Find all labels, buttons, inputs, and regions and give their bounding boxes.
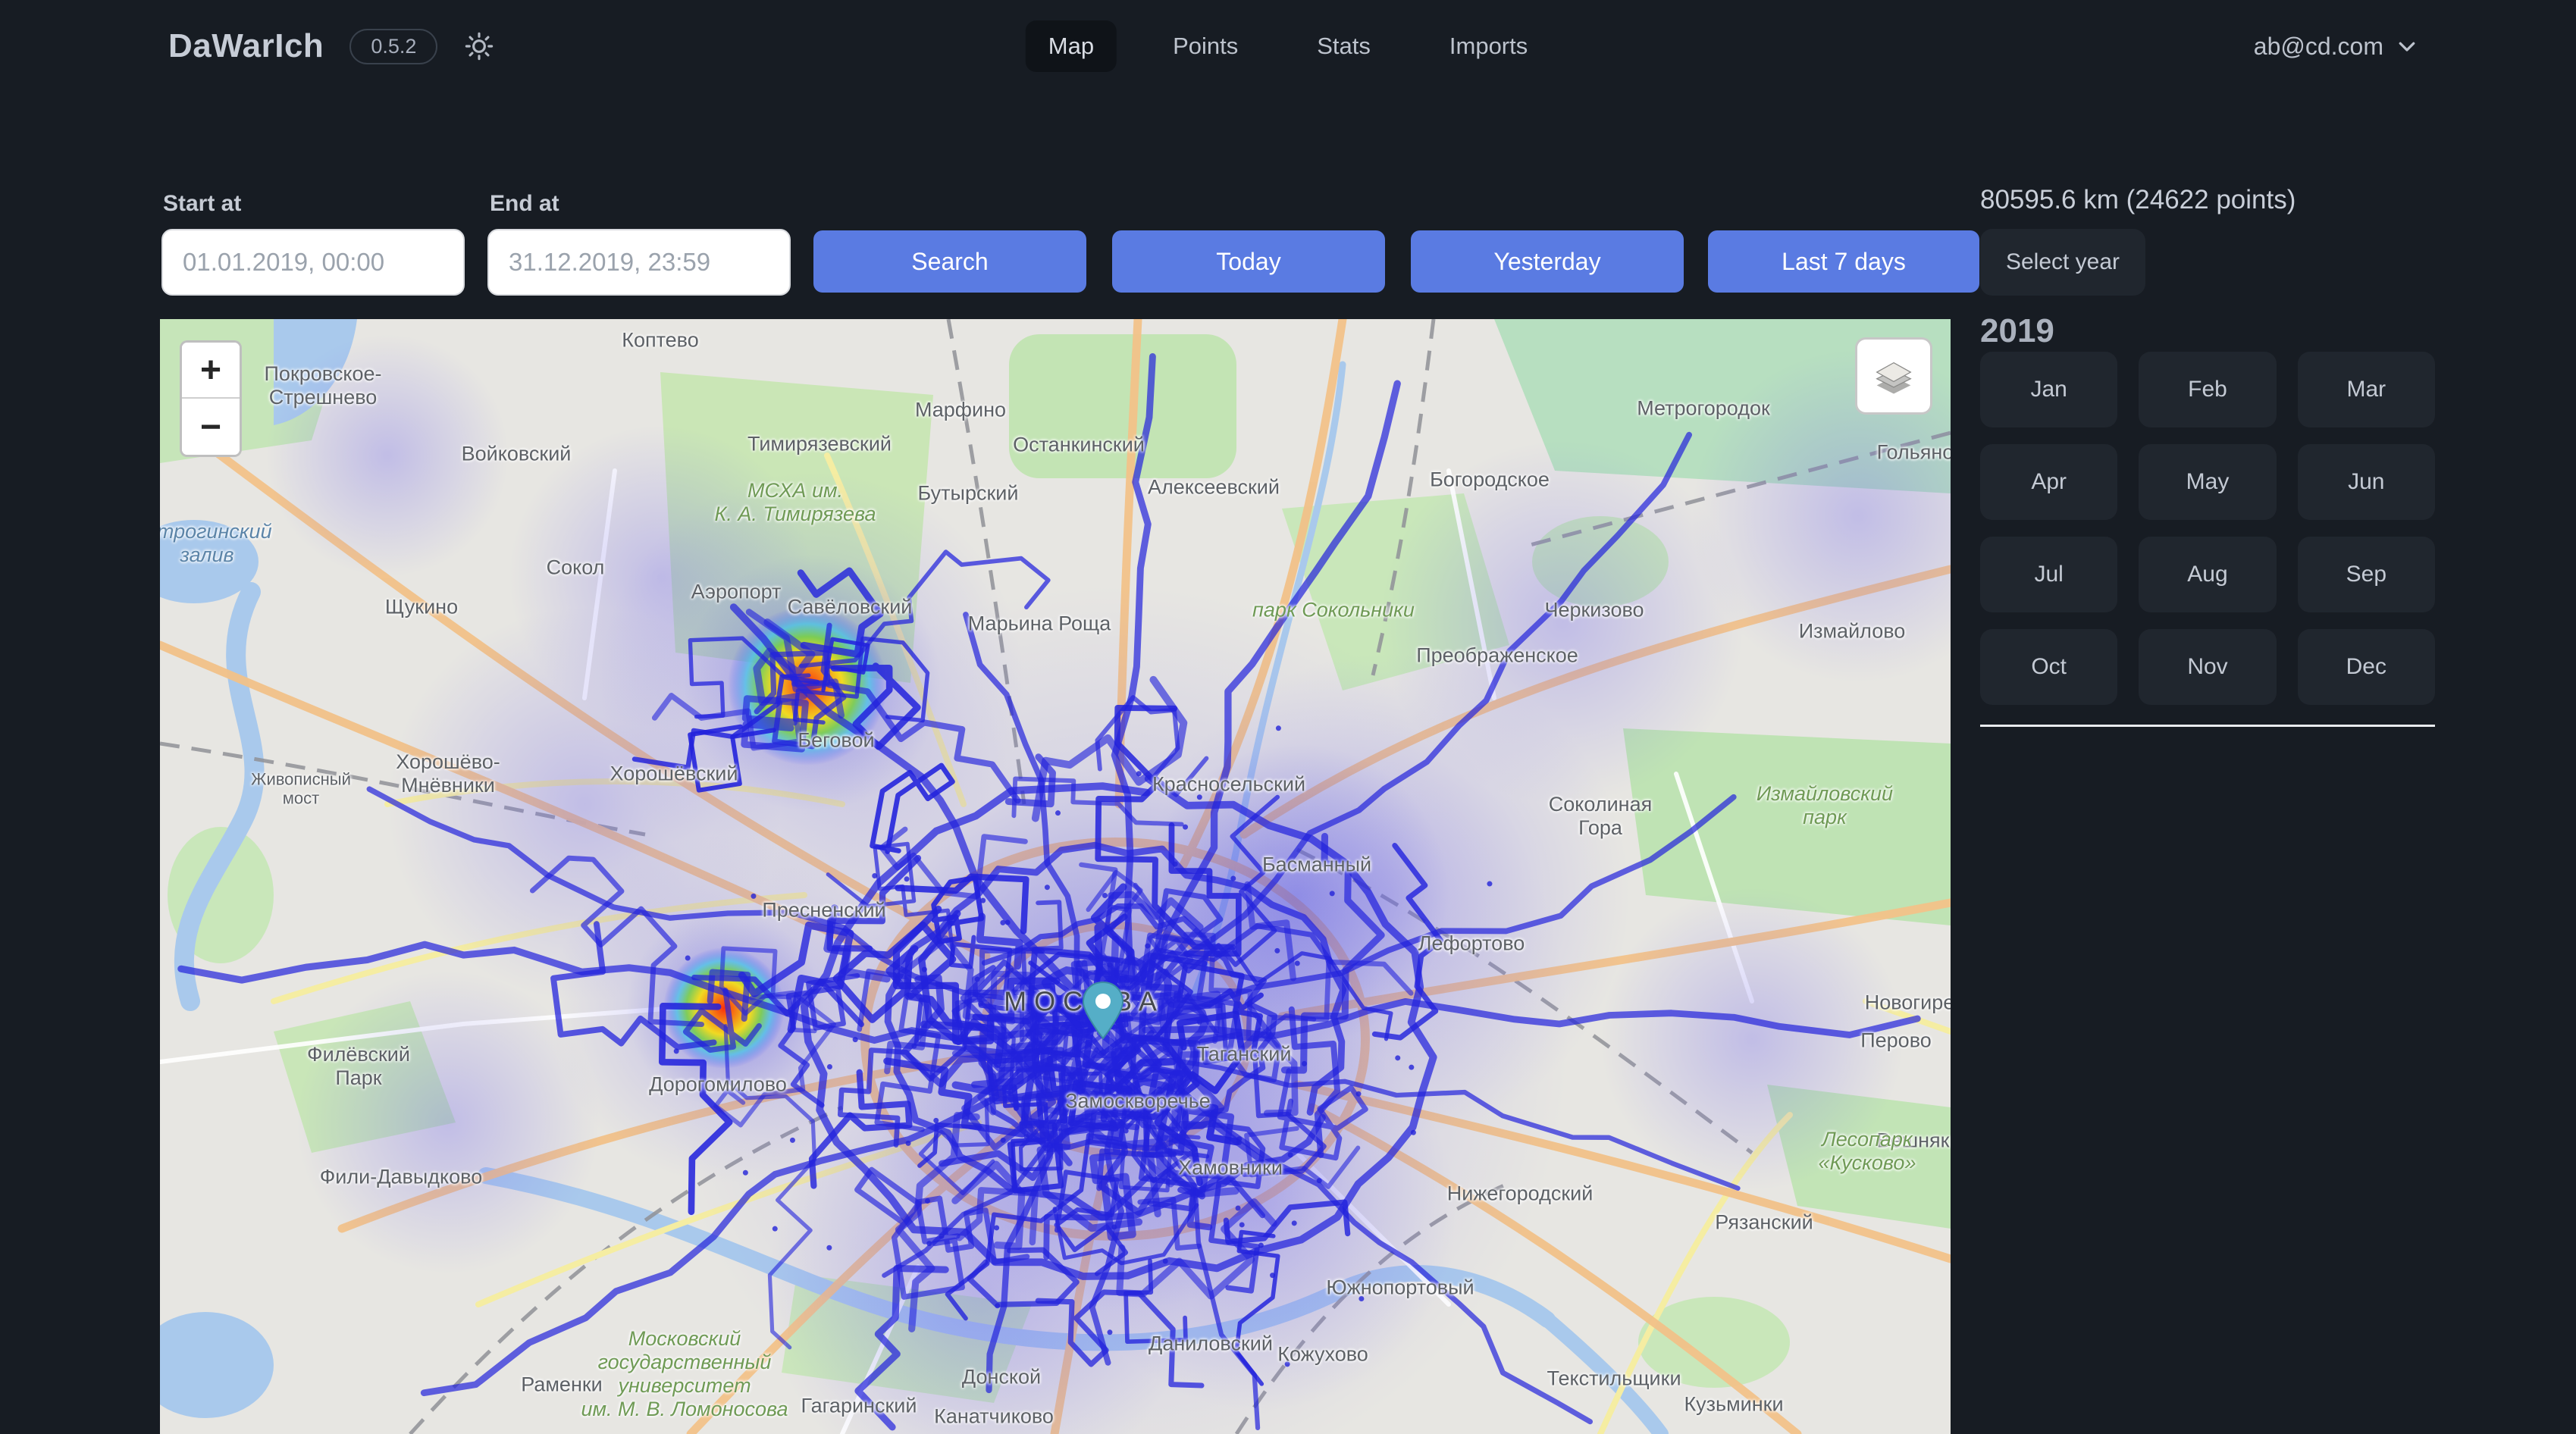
version-badge: 0.5.2 xyxy=(349,29,437,64)
account-email: ab@cd.com xyxy=(2254,33,2383,61)
zoom-control: + − xyxy=(180,340,242,457)
yesterday-button[interactable]: Yesterday xyxy=(1411,230,1684,293)
distance-stats: 80595.6 km (24622 points) xyxy=(1980,185,2296,215)
zoom-in-button[interactable]: + xyxy=(182,343,240,399)
navbar: DaWarIch 0.5.2 Map Points Stats Imports ab@… xyxy=(0,0,2576,92)
month-button-oct[interactable]: Oct xyxy=(1980,629,2117,705)
last-7-days-button[interactable]: Last 7 days xyxy=(1708,230,1979,293)
marker-pin[interactable] xyxy=(1082,981,1124,1040)
sidebar-divider xyxy=(1980,725,2435,727)
theme-toggle-sun-icon[interactable] xyxy=(463,30,495,62)
tab-imports[interactable]: Imports xyxy=(1427,20,1550,72)
chevron-down-icon xyxy=(2396,35,2418,58)
month-button-sep[interactable]: Sep xyxy=(2298,537,2435,612)
today-button[interactable]: Today xyxy=(1112,230,1385,293)
map-canvas[interactable]: Покровское- СтрешневоКоптевоТимирязевски… xyxy=(160,319,1951,1434)
month-button-dec[interactable]: Dec xyxy=(2298,629,2435,705)
end-at-input[interactable] xyxy=(487,229,791,296)
map-tiles xyxy=(160,319,1951,1434)
layers-control[interactable] xyxy=(1855,337,1932,415)
layers-icon xyxy=(1870,352,1917,399)
month-grid: Jan Feb Mar Apr May Jun Jul Aug Sep Oct Nov Dec xyxy=(1980,352,2435,705)
start-at-input[interactable] xyxy=(161,229,465,296)
tab-stats[interactable]: Stats xyxy=(1294,20,1393,72)
year-heading: 2019 xyxy=(1980,312,2054,350)
tab-map[interactable]: Map xyxy=(1026,20,1117,72)
tab-points[interactable]: Points xyxy=(1150,20,1261,72)
month-button-jul[interactable]: Jul xyxy=(1980,537,2117,612)
month-button-nov[interactable]: Nov xyxy=(2139,629,2276,705)
month-button-mar[interactable]: Mar xyxy=(2298,352,2435,427)
zoom-out-button[interactable]: − xyxy=(182,399,240,455)
month-button-aug[interactable]: Aug xyxy=(2139,537,2276,612)
account-menu[interactable]: ab@cd.com xyxy=(2254,0,2418,92)
start-at-label: Start at xyxy=(163,191,241,217)
month-button-jan[interactable]: Jan xyxy=(1980,352,2117,427)
end-at-label: End at xyxy=(490,191,559,217)
search-button[interactable]: Search xyxy=(813,230,1086,293)
main-tabs: Map Points Stats Imports xyxy=(1026,0,1551,92)
select-year-button[interactable]: Select year xyxy=(1980,229,2145,296)
month-button-apr[interactable]: Apr xyxy=(1980,444,2117,520)
app-logo[interactable]: DaWarIch xyxy=(168,27,324,65)
month-button-feb[interactable]: Feb xyxy=(2139,352,2276,427)
month-button-may[interactable]: May xyxy=(2139,444,2276,520)
month-button-jun[interactable]: Jun xyxy=(2298,444,2435,520)
